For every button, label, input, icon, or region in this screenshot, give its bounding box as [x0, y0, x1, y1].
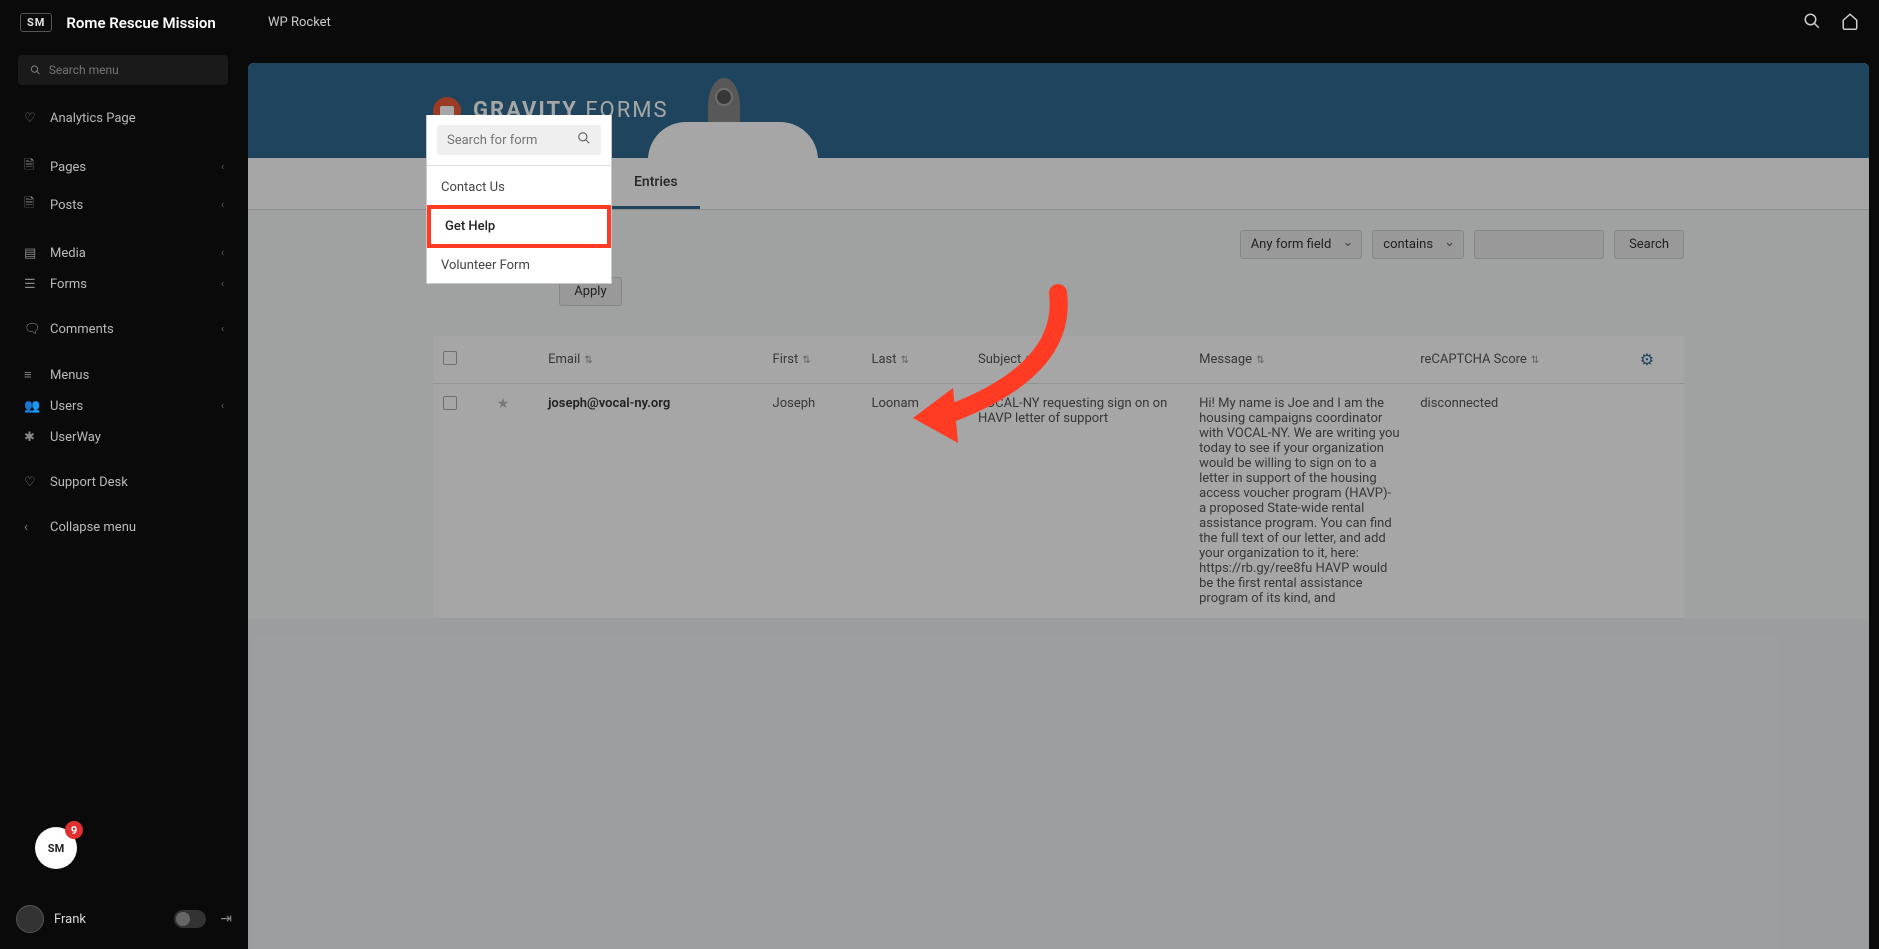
cell-first: Joseph [763, 384, 862, 619]
rocket-illustration [648, 63, 818, 158]
theme-toggle[interactable] [174, 910, 206, 928]
sidebar-item-label: Pages [50, 160, 86, 175]
expand-icon[interactable]: ⇥ [220, 911, 232, 927]
site-name[interactable]: Rome Rescue Mission [66, 14, 215, 32]
chevron-icon: ‹ [221, 248, 224, 259]
col-header[interactable]: Last⇅ [861, 336, 968, 384]
form-option-contact-us[interactable]: Contact Us [427, 170, 611, 205]
sidebar-item-label: UserWay [50, 430, 101, 445]
menu-icon: ♡ [24, 475, 38, 490]
star-icon[interactable]: ★ [497, 396, 510, 412]
col-header[interactable]: Email⇅ [538, 336, 762, 384]
search-menu-input[interactable] [49, 63, 216, 77]
sidebar-item-posts[interactable]: 🗎 Posts ‹ [10, 186, 238, 224]
form-option-volunteer-form[interactable]: Volunteer Form [427, 248, 611, 283]
search-menu[interactable] [18, 55, 228, 85]
sidebar-item-menus[interactable]: ≡ Menus [10, 359, 238, 391]
select-all-checkbox[interactable] [443, 351, 457, 365]
sort-icon[interactable]: ⇅ [802, 355, 810, 366]
cell-subject: VOCAL-NY requesting sign on on HAVP lett… [968, 384, 1189, 619]
sidebar: ♡ Analytics Page 🗎 Pages ‹ 🗎 Posts ‹ ▤ Media ‹ ☰ For… [0, 45, 248, 949]
sidebar-item-forms[interactable]: ☰ Forms ‹ [10, 269, 238, 300]
sidebar-item-label: Comments [50, 322, 114, 337]
row-checkbox[interactable] [443, 396, 457, 410]
cell-score: disconnected [1410, 384, 1629, 619]
menu-icon: ☰ [24, 277, 38, 292]
sort-icon[interactable]: ⇅ [901, 355, 909, 366]
sidebar-item-label: Users [50, 399, 83, 414]
table-row[interactable]: ★ joseph@vocal-ny.org Joseph Loonam VOCA… [433, 384, 1684, 619]
col-header [487, 336, 538, 384]
chevron-icon: ‹ [221, 401, 224, 412]
sidebar-item-support-desk[interactable]: ♡ Support Desk [10, 467, 238, 498]
chevron-icon: ‹ [221, 200, 224, 211]
sidebar-item-label: Media [50, 246, 86, 261]
user-avatar[interactable] [16, 905, 44, 933]
sidebar-item-comments[interactable]: 🗨 Comments ‹ [10, 314, 238, 345]
chevron-icon: ‹ [221, 162, 224, 173]
sidebar-item-pages[interactable]: 🗎 Pages ‹ [10, 148, 238, 186]
sidebar-item-label: Menus [50, 368, 89, 383]
form-dropdown-panel: Contact UsGet HelpVolunteer Form [426, 115, 612, 284]
sidebar-item-userway[interactable]: ✱ UserWay [10, 422, 238, 453]
menu-icon: ✱ [24, 430, 38, 445]
menu-icon: 👥 [24, 399, 38, 414]
home-icon[interactable] [1841, 12, 1859, 34]
entries-table: Email⇅First⇅Last⇅Subject⇅Message⇅reCAPTC… [433, 336, 1684, 619]
main-content: GRAVITY FORMS Contact Us ⌃ Entries Spam … [248, 63, 1869, 949]
sidebar-item-label: Posts [50, 198, 83, 213]
operator-select[interactable]: contains [1372, 230, 1464, 259]
menu-icon: ▤ [24, 246, 38, 261]
sort-icon[interactable]: ⇅ [1531, 355, 1539, 366]
wp-rocket-link[interactable]: WP Rocket [268, 15, 331, 30]
sort-icon[interactable]: ⇅ [584, 355, 592, 366]
cell-email[interactable]: joseph@vocal-ny.org [538, 384, 762, 619]
search-button[interactable]: Search [1614, 230, 1684, 259]
search-icon[interactable] [577, 131, 591, 149]
col-header[interactable]: First⇅ [763, 336, 862, 384]
cell-message: Hi! My name is Joe and I am the housing … [1189, 384, 1410, 619]
menu-icon: 🗎 [24, 194, 38, 216]
cell-last: Loonam [861, 384, 968, 619]
col-header[interactable]: Message⇅ [1189, 336, 1410, 384]
sidebar-item-label: Analytics Page [50, 111, 136, 126]
menu-icon: 🗎 [24, 156, 38, 178]
username: Frank [54, 912, 86, 927]
col-header [433, 336, 487, 384]
sidebar-item-analytics-page[interactable]: ♡ Analytics Page [10, 103, 238, 134]
col-header[interactable]: reCAPTCHA Score⇅ [1410, 336, 1629, 384]
sidebar-item-media[interactable]: ▤ Media ‹ [10, 238, 238, 269]
menu-icon: ‹ [24, 520, 38, 535]
field-select[interactable]: Any form field [1240, 230, 1363, 259]
tab-entries[interactable]: Entries [612, 158, 700, 209]
floating-badge[interactable]: SM 9 [35, 827, 77, 869]
badge-count: 9 [65, 821, 83, 839]
sidebar-item-label: Collapse menu [50, 520, 136, 535]
chevron-icon: ‹ [221, 279, 224, 290]
col-header[interactable]: Subject⇅ [968, 336, 1189, 384]
chevron-icon: ‹ [221, 324, 224, 335]
sort-icon[interactable]: ⇅ [1256, 355, 1264, 366]
sidebar-item-collapse-menu[interactable]: ‹ Collapse menu [10, 512, 238, 543]
form-search[interactable] [437, 125, 601, 155]
gear-icon[interactable]: ⚙ [1640, 350, 1654, 369]
logo-badge: SM [20, 13, 52, 32]
form-search-input[interactable] [447, 133, 577, 148]
sort-icon[interactable]: ⇅ [1025, 355, 1033, 366]
sidebar-item-label: Forms [50, 277, 87, 292]
menu-icon: ≡ [24, 367, 38, 383]
menu-icon: 🗨 [24, 322, 38, 337]
col-header: ⚙ [1630, 336, 1684, 384]
sidebar-item-users[interactable]: 👥 Users ‹ [10, 391, 238, 422]
form-option-get-help[interactable]: Get Help [427, 205, 611, 248]
menu-icon: ♡ [24, 111, 38, 126]
sidebar-item-label: Support Desk [50, 475, 128, 490]
search-icon[interactable] [1803, 12, 1821, 34]
search-value-input[interactable] [1474, 230, 1604, 259]
